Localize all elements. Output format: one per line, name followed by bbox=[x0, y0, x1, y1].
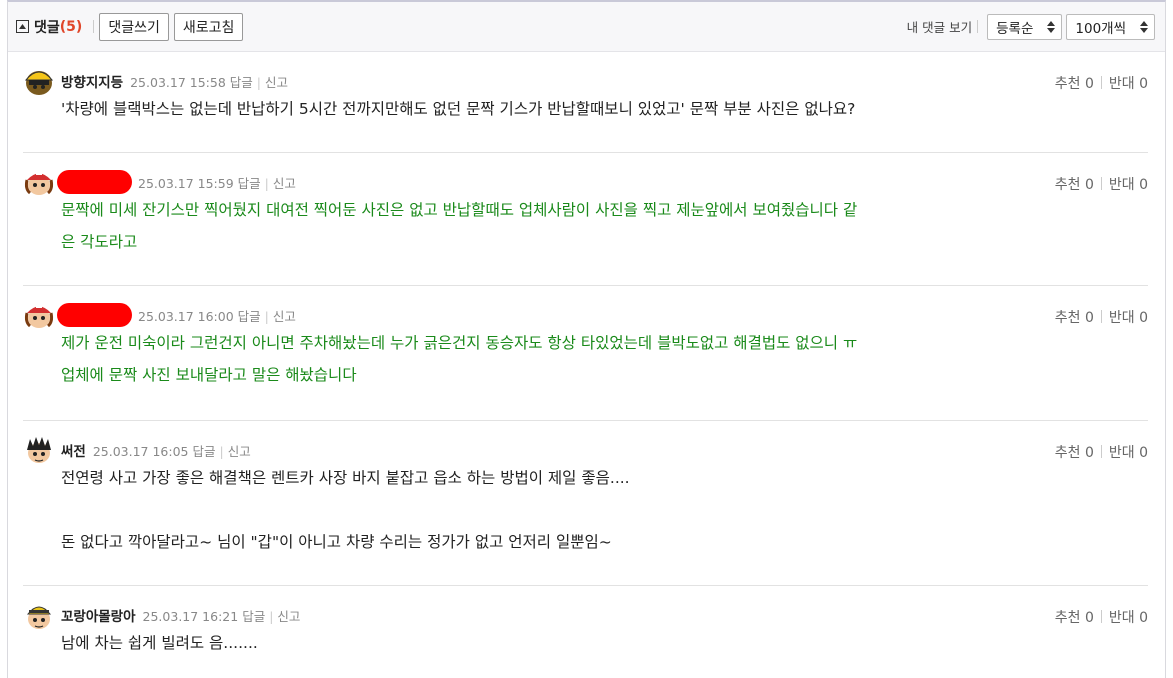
comment-section: 댓글 (5) 댓글쓰기 새로고침 내 댓글 보기 등록순 100개씩 방향지지등… bbox=[7, 0, 1166, 678]
comment-title: 댓글 bbox=[34, 19, 60, 36]
comment-header: 25.03.17 16:00 답글 | 신고 추천 0 반대 0 bbox=[23, 303, 1148, 328]
comment-meta: 25.03.17 16:21 답글 | 신고 bbox=[142, 608, 301, 624]
comment-body: 문짝에 미세 잔기스만 찍어뒀지 대여전 찍어둔 사진은 없고 반납할때도 업체… bbox=[61, 194, 1148, 264]
per-page-select[interactable]: 100개씩 bbox=[1066, 13, 1155, 40]
comment-text: 돈 없다고 깍아달라고~ 님이 "갑"이 아니고 차량 수리는 정가가 없고 언… bbox=[61, 533, 612, 551]
my-comments-link[interactable]: 내 댓글 보기 bbox=[907, 17, 972, 36]
upvote-button[interactable]: 추천 0 bbox=[1055, 310, 1094, 326]
sort-select[interactable]: 등록순 bbox=[987, 13, 1063, 40]
vote-controls: 추천 0 반대 0 bbox=[1055, 607, 1148, 627]
comment-meta: 25.03.17 16:00 답글 | 신고 bbox=[138, 308, 296, 324]
vote-controls: 추천 0 반대 0 bbox=[1055, 73, 1148, 93]
avatar-icon bbox=[26, 606, 52, 629]
comment-item: 꼬랑아몰랑아 25.03.17 16:21 답글 | 신고 추천 0 반대 0 남에 … bbox=[23, 586, 1148, 678]
comment-header: 꼬랑아몰랑아 25.03.17 16:21 답글 | 신고 추천 0 반대 0 bbox=[23, 603, 1148, 629]
avatar-icon bbox=[24, 304, 54, 328]
comment-date: 25.03.17 15:58 bbox=[130, 74, 226, 90]
downvote-button[interactable]: 반대 0 bbox=[1109, 177, 1148, 193]
comment-author[interactable]: 꼬랑아몰랑아 bbox=[61, 605, 136, 625]
upvote-button[interactable]: 추천 0 bbox=[1055, 610, 1094, 626]
comment-body: 남에 차는 쉽게 빌려도 음....... bbox=[61, 627, 1148, 665]
comment-author[interactable]: 써전 bbox=[61, 440, 86, 460]
downvote-button[interactable]: 반대 0 bbox=[1109, 76, 1148, 92]
comment-meta: 25.03.17 16:05 답글 | 신고 bbox=[92, 443, 251, 459]
upvote-button[interactable]: 추천 0 bbox=[1055, 177, 1094, 193]
comment-count: (5) bbox=[59, 18, 83, 35]
refresh-button[interactable]: 새로고침 bbox=[173, 12, 244, 41]
report-link[interactable]: 신고 bbox=[273, 309, 296, 324]
comment-meta: 25.03.17 15:59 답글 | 신고 bbox=[138, 175, 296, 191]
comment-text: '차량에 블랙박스는 없는데 반납하기 5시간 전까지만해도 없던 문짝 기스가… bbox=[61, 100, 856, 118]
divider bbox=[977, 20, 979, 33]
per-page-select-value: 100개씩 bbox=[1075, 20, 1126, 37]
vote-controls: 추천 0 반대 0 bbox=[1055, 307, 1148, 327]
comment-body: '차량에 블랙박스는 없는데 반납하기 5시간 전까지만해도 없던 문짝 기스가… bbox=[61, 93, 1148, 131]
comment-body: 제가 운전 미숙이라 그런건지 아니면 주차해놨는데 누가 긁은건지 동승자도 … bbox=[61, 327, 1148, 397]
comment-header: 25.03.17 15:59 답글 | 신고 추천 0 반대 0 bbox=[23, 170, 1148, 195]
comment-item: 25.03.17 15:59 답글 | 신고 추천 0 반대 0 문짝에 미세 잔기스… bbox=[23, 153, 1148, 286]
comment-date: 25.03.17 16:05 bbox=[92, 443, 189, 459]
downvote-button[interactable]: 반대 0 bbox=[1109, 610, 1148, 626]
reply-link[interactable]: 답글 bbox=[238, 176, 261, 191]
comment-author[interactable]: 방향지지등 bbox=[61, 71, 123, 91]
write-comment-button[interactable]: 댓글쓰기 bbox=[99, 12, 169, 41]
comment-date: 25.03.17 16:00 bbox=[138, 308, 234, 324]
collapse-icon[interactable] bbox=[16, 20, 29, 33]
reply-link[interactable]: 답글 bbox=[242, 609, 265, 624]
report-link[interactable]: 신고 bbox=[277, 609, 300, 624]
downvote-button[interactable]: 반대 0 bbox=[1109, 310, 1148, 326]
comment-header: 방향지지등 25.03.17 15:58 답글 | 신고 추천 0 반대 0 bbox=[23, 69, 1148, 95]
toolbar-right: 내 댓글 보기 등록순 100개씩 bbox=[907, 13, 1155, 40]
redacted-author bbox=[57, 170, 132, 194]
comment-text: 업체에 문짝 사진 보내달라고 말은 해놨습니다 bbox=[61, 366, 357, 384]
avatar-icon bbox=[27, 437, 51, 463]
upvote-button[interactable]: 추천 0 bbox=[1055, 76, 1094, 92]
reply-link[interactable]: 답글 bbox=[230, 75, 253, 90]
divider bbox=[93, 20, 95, 33]
redacted-author bbox=[57, 303, 132, 327]
comment-item: 써전 25.03.17 16:05 답글 | 신고 추천 0 반대 0 전연령 사고 … bbox=[23, 421, 1148, 586]
comment-body: 전연령 사고 가장 좋은 해결책은 렌트카 사장 바지 붙잡고 읍소 하는 방법… bbox=[61, 462, 1148, 564]
report-link[interactable]: 신고 bbox=[265, 75, 288, 90]
comment-header: 써전 25.03.17 16:05 답글 | 신고 추천 0 반대 0 bbox=[23, 437, 1148, 463]
sort-select-value: 등록순 bbox=[996, 20, 1034, 37]
comment-text: 전연령 사고 가장 좋은 해결책은 렌트카 사장 바지 붙잡고 읍소 하는 방법… bbox=[61, 469, 630, 487]
reply-link[interactable]: 답글 bbox=[193, 444, 216, 459]
comment-text: 문짝에 미세 잔기스만 찍어뒀지 대여전 찍어둔 사진은 없고 반납할때도 업체… bbox=[61, 201, 858, 219]
report-link[interactable]: 신고 bbox=[273, 176, 296, 191]
comment-toolbar: 댓글 (5) 댓글쓰기 새로고침 내 댓글 보기 등록순 100개씩 bbox=[8, 2, 1165, 52]
reply-link[interactable]: 답글 bbox=[238, 309, 261, 324]
comment-text: 제가 운전 미숙이라 그런건지 아니면 주차해놨는데 누가 긁은건지 동승자도 … bbox=[61, 334, 858, 352]
sort-arrows-icon bbox=[1047, 20, 1056, 33]
comment-item: 25.03.17 16:00 답글 | 신고 추천 0 반대 0 제가 운전 미숙이라… bbox=[23, 286, 1148, 421]
avatar-icon bbox=[24, 171, 54, 195]
vote-controls: 추천 0 반대 0 bbox=[1055, 442, 1148, 462]
comment-text: 은 각도라고 bbox=[61, 233, 138, 251]
comment-text: 남에 차는 쉽게 빌려도 음....... bbox=[61, 634, 258, 652]
comment-meta: 25.03.17 15:58 답글 | 신고 bbox=[130, 74, 289, 90]
upvote-button[interactable]: 추천 0 bbox=[1055, 445, 1094, 461]
comment-date: 25.03.17 15:59 bbox=[138, 175, 234, 191]
comment-item: 방향지지등 25.03.17 15:58 답글 | 신고 추천 0 반대 0 '차량에… bbox=[23, 52, 1148, 153]
downvote-button[interactable]: 반대 0 bbox=[1109, 445, 1148, 461]
sort-arrows-icon bbox=[1140, 20, 1148, 33]
report-link[interactable]: 신고 bbox=[228, 444, 251, 459]
avatar-icon bbox=[24, 71, 54, 95]
vote-controls: 추천 0 반대 0 bbox=[1055, 174, 1148, 194]
comment-date: 25.03.17 16:21 bbox=[142, 608, 239, 624]
